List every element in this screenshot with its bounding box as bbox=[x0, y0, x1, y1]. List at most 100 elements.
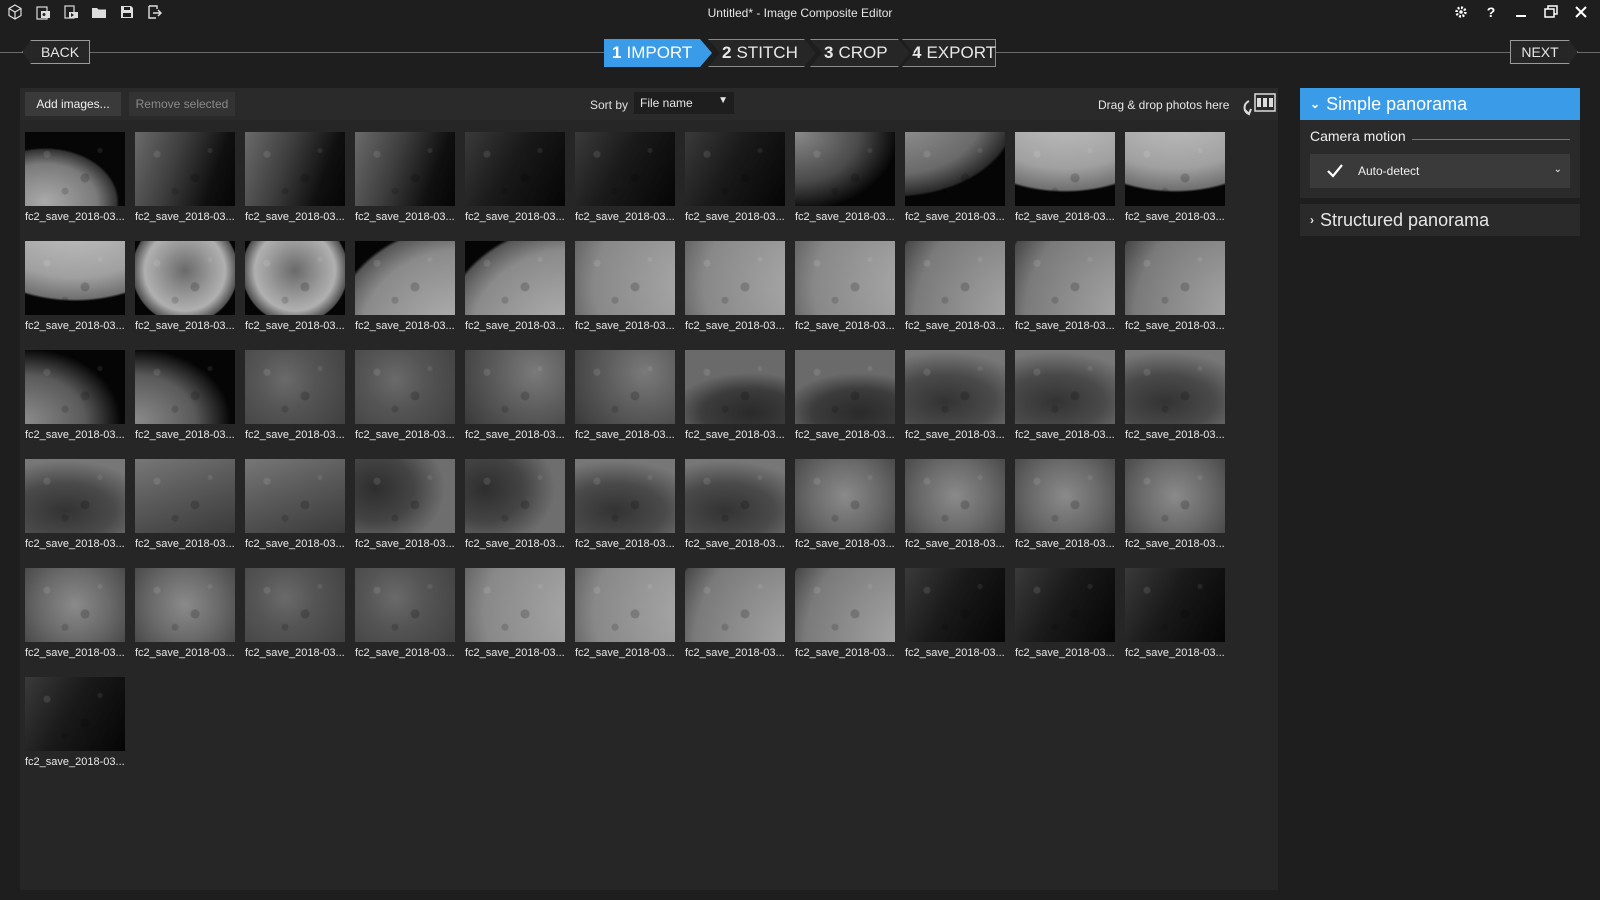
thumbnail-item[interactable]: fc2_save_2018-03... bbox=[905, 241, 1005, 341]
thumbnail-item[interactable]: fc2_save_2018-03... bbox=[355, 132, 455, 232]
thumbnail-label: fc2_save_2018-03... bbox=[25, 756, 125, 768]
thumbnail-item[interactable]: fc2_save_2018-03... bbox=[795, 241, 895, 341]
thumbnail-item[interactable]: fc2_save_2018-03... bbox=[1125, 132, 1225, 232]
step-crop[interactable]: 3 CROP bbox=[810, 39, 910, 67]
thumbnail-item[interactable]: fc2_save_2018-03... bbox=[685, 568, 785, 668]
sort-label: Sort by bbox=[590, 98, 629, 112]
structured-panorama-header[interactable]: › Structured panorama bbox=[1300, 204, 1580, 236]
thumbnail-label: fc2_save_2018-03... bbox=[575, 211, 675, 223]
thumbnail-label: fc2_save_2018-03... bbox=[685, 211, 785, 223]
drag-drop-icon bbox=[1239, 92, 1277, 116]
thumbnail-label: fc2_save_2018-03... bbox=[575, 320, 675, 332]
thumbnail-item[interactable]: fc2_save_2018-03... bbox=[685, 132, 785, 232]
thumbnail-item[interactable]: fc2_save_2018-03... bbox=[135, 132, 235, 232]
thumbnail-item[interactable]: fc2_save_2018-03... bbox=[465, 241, 565, 341]
thumbnail-item[interactable]: fc2_save_2018-03... bbox=[575, 241, 675, 341]
thumbnail-item[interactable]: fc2_save_2018-03... bbox=[245, 350, 345, 450]
remove-selected-button[interactable]: Remove selected bbox=[129, 92, 235, 116]
thumbnail-item[interactable]: fc2_save_2018-03... bbox=[685, 350, 785, 450]
thumbnail-item[interactable]: fc2_save_2018-03... bbox=[135, 459, 235, 559]
thumbnail-image bbox=[795, 350, 895, 424]
thumbnail-item[interactable]: fc2_save_2018-03... bbox=[795, 568, 895, 668]
thumbnail-item[interactable]: fc2_save_2018-03... bbox=[135, 241, 235, 341]
thumbnail-item[interactable]: fc2_save_2018-03... bbox=[795, 459, 895, 559]
thumbnail-item[interactable]: fc2_save_2018-03... bbox=[245, 241, 345, 341]
sort-dropdown[interactable]: File name ▼ bbox=[634, 92, 734, 114]
thumbnail-item[interactable]: fc2_save_2018-03... bbox=[1125, 350, 1225, 450]
thumbnail-item[interactable]: fc2_save_2018-03... bbox=[575, 132, 675, 232]
thumbnail-item[interactable]: fc2_save_2018-03... bbox=[355, 350, 455, 450]
thumbnail-label: fc2_save_2018-03... bbox=[1125, 538, 1225, 550]
thumbnail-item[interactable]: fc2_save_2018-03... bbox=[25, 350, 125, 450]
thumbnail-image bbox=[795, 241, 895, 315]
back-button[interactable]: BACK bbox=[22, 40, 90, 64]
thumbnail-label: fc2_save_2018-03... bbox=[245, 538, 345, 550]
settings-icon[interactable] bbox=[1452, 3, 1470, 21]
minimize-icon[interactable] bbox=[1512, 3, 1530, 21]
step-stitch[interactable]: 2 STITCH bbox=[708, 39, 816, 67]
thumbnail-image bbox=[795, 132, 895, 206]
thumbnail-item[interactable]: fc2_save_2018-03... bbox=[25, 568, 125, 668]
thumbnail-item[interactable]: fc2_save_2018-03... bbox=[465, 568, 565, 668]
thumbnail-image bbox=[355, 568, 455, 642]
thumbnail-item[interactable]: fc2_save_2018-03... bbox=[25, 677, 125, 777]
thumbnail-label: fc2_save_2018-03... bbox=[135, 429, 235, 441]
structured-panorama-title: Structured panorama bbox=[1320, 209, 1490, 230]
thumbnail-item[interactable]: fc2_save_2018-03... bbox=[245, 568, 345, 668]
camera-motion-dropdown[interactable]: Auto-detect ⌄ bbox=[1310, 154, 1570, 188]
thumbnail-item[interactable]: fc2_save_2018-03... bbox=[135, 568, 235, 668]
thumbnail-item[interactable]: fc2_save_2018-03... bbox=[1125, 459, 1225, 559]
thumbnail-item[interactable]: fc2_save_2018-03... bbox=[355, 241, 455, 341]
step-import[interactable]: 1 IMPORT bbox=[604, 39, 712, 67]
thumbnail-item[interactable]: fc2_save_2018-03... bbox=[1015, 568, 1115, 668]
step-export[interactable]: 4 EXPORT bbox=[902, 39, 996, 67]
thumbnail-item[interactable]: fc2_save_2018-03... bbox=[905, 459, 1005, 559]
thumbnail-item[interactable]: fc2_save_2018-03... bbox=[1015, 132, 1115, 232]
restore-icon[interactable] bbox=[1542, 3, 1560, 21]
step-label: EXPORT bbox=[926, 43, 997, 62]
thumbnail-item[interactable]: fc2_save_2018-03... bbox=[1125, 568, 1225, 668]
thumbnail-item[interactable]: fc2_save_2018-03... bbox=[465, 459, 565, 559]
thumbnail-item[interactable]: fc2_save_2018-03... bbox=[245, 459, 345, 559]
thumbnail-item[interactable]: fc2_save_2018-03... bbox=[685, 241, 785, 341]
add-images-button[interactable]: Add images... bbox=[25, 92, 121, 116]
thumbnail-image bbox=[465, 132, 565, 206]
thumbnail-item[interactable]: fc2_save_2018-03... bbox=[135, 350, 235, 450]
thumbnail-label: fc2_save_2018-03... bbox=[135, 538, 235, 550]
thumbnail-image bbox=[1015, 241, 1115, 315]
thumbnail-item[interactable]: fc2_save_2018-03... bbox=[905, 350, 1005, 450]
thumbnail-image bbox=[135, 350, 235, 424]
thumbnail-item[interactable]: fc2_save_2018-03... bbox=[575, 568, 675, 668]
thumbnail-item[interactable]: fc2_save_2018-03... bbox=[795, 350, 895, 450]
thumbnail-label: fc2_save_2018-03... bbox=[1125, 320, 1225, 332]
thumbnail-item[interactable]: fc2_save_2018-03... bbox=[575, 459, 675, 559]
thumbnail-item[interactable]: fc2_save_2018-03... bbox=[1015, 459, 1115, 559]
thumbnail-image bbox=[795, 459, 895, 533]
thumbnail-item[interactable]: fc2_save_2018-03... bbox=[25, 132, 125, 232]
thumbnail-item[interactable]: fc2_save_2018-03... bbox=[25, 459, 125, 559]
thumbnail-item[interactable]: fc2_save_2018-03... bbox=[905, 132, 1005, 232]
thumbnail-item[interactable]: fc2_save_2018-03... bbox=[1015, 241, 1115, 341]
simple-panorama-header[interactable]: ⌄ Simple panorama bbox=[1300, 88, 1580, 120]
thumbnail-item[interactable]: fc2_save_2018-03... bbox=[795, 132, 895, 232]
thumbnail-item[interactable]: fc2_save_2018-03... bbox=[25, 241, 125, 341]
thumbnail-item[interactable]: fc2_save_2018-03... bbox=[355, 459, 455, 559]
thumbnail-image bbox=[1125, 350, 1225, 424]
thumbnail-label: fc2_save_2018-03... bbox=[795, 429, 895, 441]
checkmark-icon bbox=[1327, 164, 1343, 178]
thumbnail-item[interactable]: fc2_save_2018-03... bbox=[1125, 241, 1225, 341]
thumbnail-item[interactable]: fc2_save_2018-03... bbox=[355, 568, 455, 668]
help-icon[interactable]: ? bbox=[1482, 3, 1500, 21]
thumbnail-label: fc2_save_2018-03... bbox=[355, 647, 455, 659]
thumbnail-item[interactable]: fc2_save_2018-03... bbox=[685, 459, 785, 559]
thumbnail-item[interactable]: fc2_save_2018-03... bbox=[575, 350, 675, 450]
thumbnail-item[interactable]: fc2_save_2018-03... bbox=[465, 132, 565, 232]
thumbnail-item[interactable]: fc2_save_2018-03... bbox=[465, 350, 565, 450]
thumbnail-item[interactable]: fc2_save_2018-03... bbox=[245, 132, 345, 232]
thumbnail-item[interactable]: fc2_save_2018-03... bbox=[905, 568, 1005, 668]
thumbnail-item[interactable]: fc2_save_2018-03... bbox=[1015, 350, 1115, 450]
next-button[interactable]: NEXT bbox=[1510, 40, 1578, 64]
simple-panorama-body: Camera motion Auto-detect ⌄ bbox=[1300, 120, 1580, 198]
close-icon[interactable] bbox=[1572, 3, 1590, 21]
thumbnail-label: fc2_save_2018-03... bbox=[135, 320, 235, 332]
